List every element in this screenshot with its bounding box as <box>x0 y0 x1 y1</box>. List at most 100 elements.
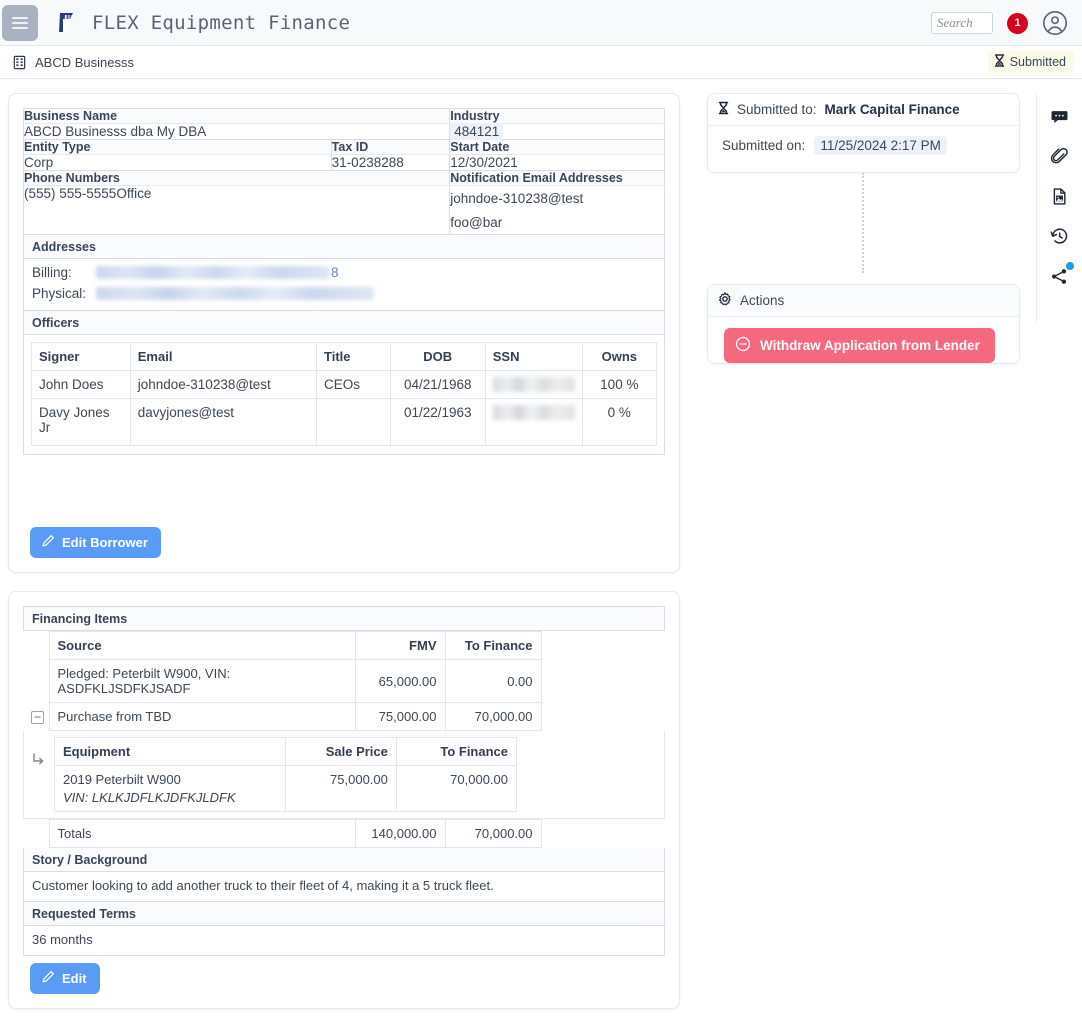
user-avatar-icon[interactable] <box>1042 10 1068 36</box>
gutter-cell <box>23 819 49 848</box>
physical-address-label: Physical: <box>32 286 87 301</box>
submitted-on-value: 11/25/2024 2:17 PM <box>814 136 947 155</box>
officers-label: Officers <box>23 311 665 335</box>
table-row: 2019 Peterbilt W900 VIN: LKLKJDFLKJDFKJL… <box>54 765 518 812</box>
equipment-col-to-finance: To Finance <box>395 737 518 766</box>
officer-dob: 04/21/1968 <box>389 370 486 399</box>
comments-icon[interactable] <box>1047 103 1073 129</box>
app-title: FLEX Equipment Finance <box>92 11 351 34</box>
hourglass-icon <box>718 101 729 118</box>
share-icon[interactable] <box>1047 262 1074 289</box>
breadcrumb-label[interactable]: ABCD Businesss <box>35 55 134 70</box>
document-image-icon[interactable] <box>1047 183 1073 209</box>
minus-circle-icon <box>735 336 751 355</box>
officers-table-wrap: Signer Email Title DOB SSN Owns John Doe… <box>23 335 665 455</box>
table-row: (555) 555-5555Office johndoe-310238@test… <box>22 185 665 235</box>
officers-table: Signer Email Title DOB SSN Owns John Doe… <box>31 342 658 446</box>
equipment-col-name: Equipment <box>54 737 286 766</box>
fin-col-to-finance: To Finance <box>444 631 542 660</box>
officers-col-dob: DOB <box>389 342 486 371</box>
financing-totals-label: Totals <box>48 819 356 848</box>
officer-dob: 01/22/1963 <box>389 398 486 446</box>
hamburger-bar <box>12 26 28 29</box>
search-input[interactable]: Search <box>931 12 993 34</box>
addresses-body: Billing: 8 Physical: <box>23 259 665 311</box>
officer-ssn-redacted <box>484 370 583 399</box>
billing-address-row: Billing: 8 <box>32 265 656 280</box>
right-icon-rail <box>1036 93 1082 323</box>
panel-connector-line <box>862 173 864 273</box>
fin-col-fmv: FMV <box>354 631 446 660</box>
equipment-col-sale-price: Sale Price <box>285 737 397 766</box>
edit-borrower-button[interactable]: Edit Borrower <box>30 527 161 558</box>
gutter-cell <box>541 702 665 731</box>
start-date-label: Start Date <box>449 139 665 155</box>
entity-type-value: Corp <box>23 154 332 171</box>
officers-col-ssn: SSN <box>484 342 583 371</box>
share-notification-dot <box>1065 262 1074 270</box>
table-row: − Purchase from TBD 75,000.00 70,000.00 <box>23 702 665 731</box>
officer-title <box>316 398 391 446</box>
equipment-vin: VIN: LKLKJDFLKJDFKJLDFK <box>63 790 236 805</box>
start-date-value: 12/30/2021 <box>449 154 665 171</box>
gutter-cell <box>541 659 665 703</box>
edit-borrower-button-wrap: Edit Borrower <box>30 527 161 558</box>
navbar-right-group: Search 1 <box>931 0 1068 46</box>
equipment-table: Equipment Sale Price To Finance 2019 Pet… <box>54 737 518 812</box>
withdraw-application-button-label: Withdraw Application from Lender <box>760 338 980 353</box>
equipment-name-cell: 2019 Peterbilt W900 VIN: LKLKJDFLKJDFKJL… <box>54 765 286 812</box>
edit-button[interactable]: Edit <box>30 963 100 994</box>
officer-signer: John Does <box>31 370 131 399</box>
business-name-label: Business Name <box>22 108 451 124</box>
equipment-to-finance: 70,000.00 <box>395 765 518 812</box>
submitted-panel: Submitted to: Mark Capital Finance Submi… <box>707 93 1020 173</box>
edit-financing-button-wrap: Edit <box>30 963 100 994</box>
gear-icon <box>718 292 732 309</box>
officers-col-signer: Signer <box>31 342 131 371</box>
physical-address-row: Physical: <box>32 286 656 301</box>
status-badge-label: Submitted <box>1009 55 1066 69</box>
financing-totals-fmv: 140,000.00 <box>354 819 446 848</box>
officer-email: davyjones@test <box>129 398 318 446</box>
fin-to-finance: 0.00 <box>444 659 542 703</box>
table-row: ABCD Businesss dba My DBA 484121 <box>22 123 665 140</box>
fin-source: Purchase from TBD <box>48 702 356 731</box>
submitted-panel-body: Submitted on: 11/25/2024 2:17 PM <box>708 126 1019 165</box>
officer-signer: Davy Jones Jr <box>31 398 131 446</box>
withdraw-application-button[interactable]: Withdraw Application from Lender <box>724 328 995 363</box>
officer-owns: 100 % <box>581 370 658 399</box>
edit-borrower-button-label: Edit Borrower <box>62 535 148 550</box>
borrower-card: Business Name Industry ABCD Businesss db… <box>8 93 680 573</box>
phone-number-value: (555) 555-5555Office <box>24 186 152 201</box>
financing-card: Financing Items Source FMV To Finance Pl… <box>8 591 680 1009</box>
billing-address-redacted <box>96 266 330 279</box>
equipment-subtable-wrap: Equipment Sale Price To Finance 2019 Pet… <box>23 731 665 819</box>
hamburger-icon[interactable] <box>2 4 38 41</box>
officer-title: CEOs <box>316 370 391 399</box>
table-row: John Does johndoe-310238@test CEOs 04/21… <box>31 370 658 399</box>
hourglass-icon <box>994 54 1005 70</box>
officer-email: johndoe-310238@test <box>129 370 318 399</box>
entity-type-label: Entity Type <box>23 139 332 155</box>
table-row: Corp 31-0238288 12/30/2021 <box>23 154 665 171</box>
submitted-on-label: Submitted on: <box>722 138 806 153</box>
industry-value: 484121 <box>450 123 504 140</box>
top-navbar: FLEX Equipment Finance Search 1 <box>0 0 1082 46</box>
table-row: Entity Type Tax ID Start Date <box>23 139 665 155</box>
actions-panel: Actions Withdraw Application from Lender <box>707 284 1020 364</box>
collapse-row-icon[interactable]: − <box>31 710 44 724</box>
table-header-row: Signer Email Title DOB SSN Owns <box>31 342 658 371</box>
notification-badge[interactable]: 1 <box>1007 12 1028 34</box>
equipment-name: 2019 Peterbilt W900 <box>63 772 181 787</box>
status-badge[interactable]: Submitted <box>987 51 1074 73</box>
attachment-icon[interactable] <box>1047 143 1073 169</box>
officers-col-title: Title <box>316 342 391 371</box>
history-icon[interactable] <box>1047 223 1073 249</box>
business-name-value: ABCD Businesss dba My DBA <box>22 123 451 140</box>
building-icon <box>12 55 27 70</box>
flex-logo-icon[interactable] <box>56 10 82 36</box>
table-row: Davy Jones Jr davyjones@test 01/22/1963 … <box>31 398 658 446</box>
subtable-arrow-icon <box>24 737 54 770</box>
borrower-detail-grid: Business Name Industry ABCD Businesss db… <box>22 108 665 235</box>
table-row: Pledged: Peterbilt W900, VIN: ASDFKLJSDF… <box>23 659 665 703</box>
